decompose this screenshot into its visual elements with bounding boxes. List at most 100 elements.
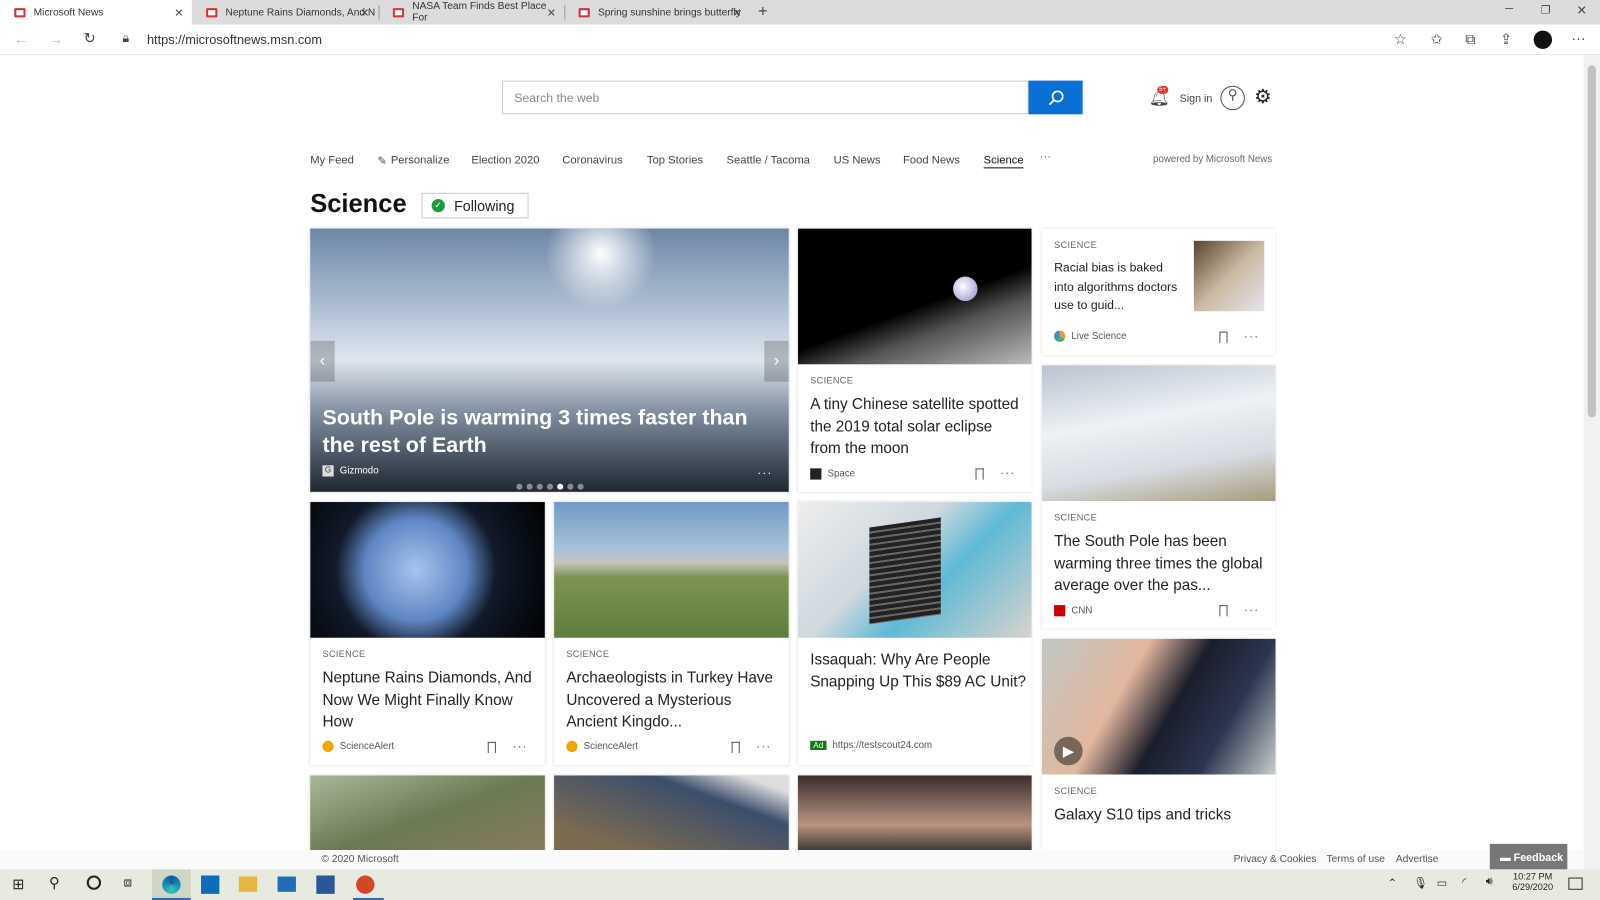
article-title[interactable]: Archaeologists in Turkey Have Uncovered … [566,667,782,733]
tab-spring[interactable]: Spring sunshine brings butterfly ✕ [564,0,750,24]
carousel-dot[interactable] [536,483,543,490]
news-card[interactable] [797,775,1032,850]
clock[interactable]: 10:27 PM 6/29/2020 [1508,871,1557,891]
tab-microsoft-news[interactable]: Microsoft News ✕ [0,0,192,25]
article-title[interactable]: Racial bias is baked into algorithms doc… [1054,258,1182,315]
url-field[interactable]: https://microsoftnews.msn.com [147,33,322,47]
chevron-up-icon[interactable]: ⌃ [1388,877,1397,890]
article-title[interactable]: Galaxy S10 tips and tricks [1054,804,1270,826]
carousel-dot[interactable] [516,483,523,490]
forward-icon[interactable]: → [49,31,63,47]
user-icon[interactable]: ⚲ [1220,85,1245,111]
hero-card[interactable]: ‹ › South Pole is warming 3 times faster… [310,228,789,492]
scrollbar-thumb[interactable] [1587,65,1596,418]
action-center-icon[interactable] [1568,877,1583,890]
news-card[interactable] [554,775,789,850]
word-icon[interactable] [316,875,335,894]
more-options[interactable]: ··· [757,465,772,479]
bookmark-icon[interactable] [1219,605,1228,617]
news-card[interactable]: SCIENCE Racial bias is baked into algori… [1041,228,1276,356]
carousel-dot[interactable] [557,483,564,490]
profile-avatar[interactable] [1533,30,1553,49]
bookmark-icon[interactable] [1219,331,1228,343]
new-tab-button[interactable]: + [758,3,768,21]
ad-source-url[interactable]: https://testscout24.com [832,740,932,751]
close-icon[interactable]: ✕ [174,6,183,19]
nav-my-feed[interactable]: My Feed [310,154,354,166]
carousel-prev[interactable]: ‹ [310,340,335,382]
carousel-dot[interactable] [577,483,584,490]
bookmark-icon[interactable] [975,468,984,480]
news-card[interactable] [310,775,545,850]
microphone-icon[interactable]: 🎙︎ [1413,877,1427,890]
advertise-link[interactable]: Advertise [1396,854,1439,865]
refresh-icon[interactable]: ↻ [84,30,96,47]
news-card[interactable]: SCIENCE Neptune Rains Diamonds, And Now … [310,502,545,766]
minimize-button[interactable]: ─ [1505,3,1513,15]
favorites-icon[interactable]: ✩ [1431,31,1443,48]
bookmark-icon[interactable] [487,741,496,754]
article-title[interactable]: A tiny Chinese satellite spotted the 201… [810,394,1024,460]
task-view-icon[interactable]: ⧈ [123,874,131,890]
video-card[interactable]: ▶ SCIENCE Galaxy S10 tips and tricks [1041,638,1276,850]
nav-science[interactable]: Science [983,154,1024,169]
nav-seattle-tacoma[interactable]: Seattle / Tacoma [727,154,810,166]
close-window-button[interactable]: ✕ [1577,3,1587,17]
settings-gear-icon[interactable]: ⚙ [1254,86,1271,109]
privacy-link[interactable]: Privacy & Cookies [1234,854,1317,865]
nav-personalize[interactable]: Personalize [391,154,450,166]
tab-nasa[interactable]: NASA Team Finds Best Place For ✕ [379,0,565,24]
close-icon[interactable]: ✕ [547,6,556,19]
news-card[interactable]: SCIENCE Archaeologists in Turkey Have Un… [554,502,789,766]
search-icon[interactable]: ⚲ [49,874,59,891]
carousel-dot[interactable] [567,483,574,490]
carousel-dot[interactable] [546,483,554,490]
more-options[interactable]: ··· [1000,465,1015,479]
play-icon[interactable]: ▶ [1054,736,1083,766]
battery-icon[interactable]: ▭ [1437,877,1448,890]
nav-food-news[interactable]: Food News [903,154,960,166]
terms-link[interactable]: Terms of use [1327,854,1385,865]
feedback-button[interactable]: ▬ Feedback [1489,843,1568,870]
powerpoint-taskbar-button[interactable] [353,869,384,900]
more-options[interactable]: ··· [1244,329,1259,343]
outlook-icon[interactable] [201,875,220,894]
volume-icon[interactable]: 🔊︎ [1486,876,1493,889]
close-icon[interactable]: ✕ [360,6,369,19]
more-options[interactable]: ··· [1244,602,1259,616]
article-title[interactable]: The South Pole has been warming three ti… [1054,531,1270,597]
more-options[interactable]: ··· [512,739,527,753]
collections-icon[interactable]: ⧉ [1465,31,1475,48]
nav-top-stories[interactable]: Top Stories [647,154,703,166]
more-options[interactable]: ··· [756,739,771,753]
windows-start-icon[interactable]: ⊞ [12,876,24,893]
restore-button[interactable]: ❐ [1541,3,1551,16]
hero-title[interactable]: South Pole is warming 3 times faster tha… [322,404,781,459]
star-icon[interactable]: ☆ [1394,31,1407,48]
scrollbar[interactable] [1583,55,1600,870]
sign-in-link[interactable]: Sign in [1180,93,1213,105]
share-icon[interactable]: ⇪ [1500,31,1512,48]
bookmark-icon[interactable] [731,741,740,754]
news-card[interactable]: SCIENCE A tiny Chinese satellite spotted… [797,228,1032,492]
article-title[interactable]: Issaquah: Why Are People Snapping Up Thi… [810,649,1026,693]
edge-taskbar-button[interactable] [152,869,191,900]
article-title[interactable]: Neptune Rains Diamonds, And Now We Might… [322,667,538,733]
nav-coronavirus[interactable]: Coronavirus [562,154,623,166]
news-card[interactable]: SCIENCE The South Pole has been warming … [1041,365,1276,629]
back-icon[interactable]: ← [14,31,28,47]
carousel-next[interactable]: › [764,340,789,382]
wifi-icon[interactable]: ◜ [1462,876,1466,889]
menu-icon[interactable]: ··· [1571,30,1585,46]
ad-card[interactable]: Issaquah: Why Are People Snapping Up Thi… [797,502,1032,766]
search-button[interactable] [1028,80,1083,115]
carousel-dot[interactable] [526,483,533,490]
file-explorer-icon[interactable] [238,876,258,892]
cortana-icon[interactable] [86,875,102,890]
nav-us-news[interactable]: US News [834,154,881,166]
following-button[interactable]: ✓ Following [421,192,529,219]
search-input[interactable]: Search the web [502,80,1029,115]
nav-more[interactable]: ··· [1040,151,1051,163]
nav-election-2020[interactable]: Election 2020 [471,154,539,166]
close-icon[interactable]: ✕ [732,6,741,19]
